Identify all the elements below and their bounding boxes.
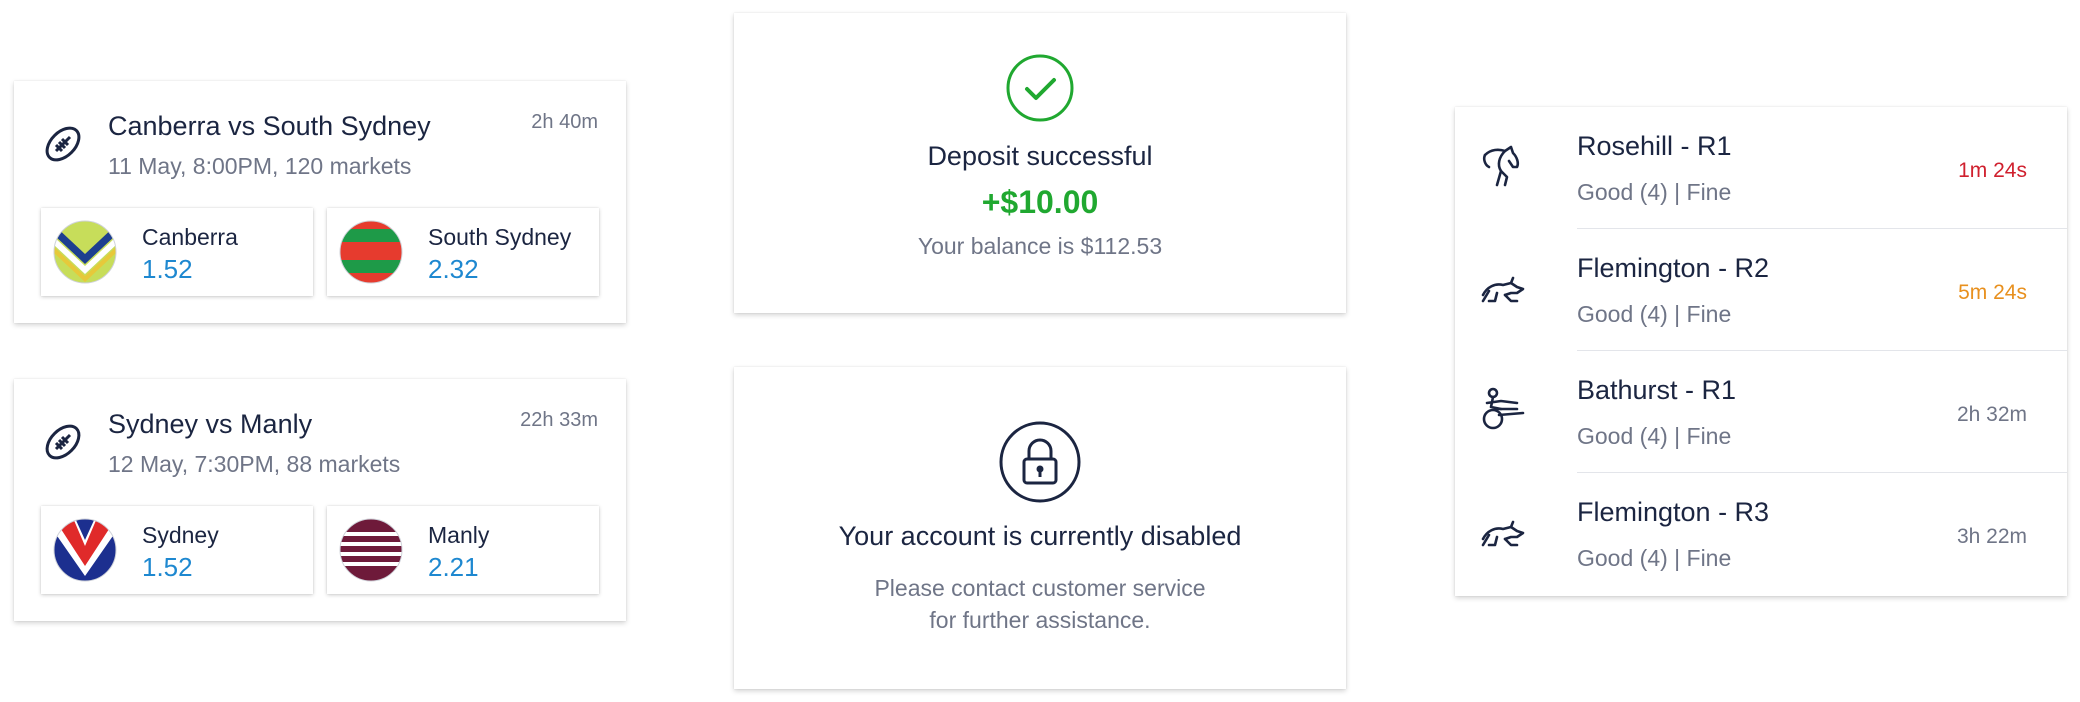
harness-racing-icon — [1482, 387, 1525, 430]
odds-button-manly[interactable]: Manly 2.21 — [327, 506, 599, 594]
match-card-sydney-manly[interactable]: Sydney vs Manly 12 May, 7:30PM, 88 marke… — [14, 379, 626, 621]
canberra-logo — [53, 220, 117, 284]
account-disabled-card: Your account is currently disabled Pleas… — [734, 367, 1346, 689]
deposit-amount: +$10.00 — [981, 184, 1099, 220]
race-item-flemington-r2[interactable]: Flemington - R2 Good (4) | Fine 5m 24s — [1455, 229, 2067, 351]
match-card-canberra-south-sydney[interactable]: Canberra vs South Sydney 11 May, 8:00PM,… — [14, 81, 626, 323]
odds-button-south-sydney[interactable]: South Sydney 2.32 — [327, 208, 599, 296]
race-countdown: 5m 24s — [1958, 281, 2027, 304]
rugby-ball-icon — [45, 126, 81, 162]
disabled-message: Please contact customer service for furt… — [734, 572, 1346, 636]
match-countdown: 22h 33m — [520, 409, 598, 431]
team-odds: 2.21 — [428, 552, 479, 582]
sydney-logo — [53, 518, 117, 582]
greyhound-icon — [1481, 520, 1525, 547]
lock-icon — [999, 421, 1081, 503]
race-name: Rosehill - R1 — [1577, 131, 1732, 161]
odds-button-sydney[interactable]: Sydney 1.52 — [41, 506, 313, 594]
team-name: South Sydney — [428, 224, 572, 250]
match-title: Canberra vs South Sydney — [108, 111, 431, 141]
greyhound-icon — [1481, 276, 1525, 303]
disabled-title: Your account is currently disabled — [838, 521, 1242, 551]
balance-text: Your balance is $112.53 — [917, 233, 1163, 259]
race-name: Flemington - R2 — [1577, 253, 1770, 283]
team-odds: 1.52 — [142, 254, 193, 284]
disabled-message-line-2: for further assistance. — [929, 607, 1151, 633]
race-item-rosehill-r1[interactable]: Rosehill - R1 Good (4) | Fine 1m 24s — [1455, 107, 2067, 229]
check-circle-icon — [1006, 54, 1074, 122]
disabled-message-line-1: Please contact customer service — [874, 575, 1206, 601]
race-condition: Good (4) | Fine — [1577, 545, 1732, 571]
race-condition: Good (4) | Fine — [1577, 301, 1732, 327]
team-name: Canberra — [142, 224, 238, 250]
south-sydney-logo — [339, 220, 403, 284]
match-meta: 11 May, 8:00PM, 120 markets — [108, 153, 412, 179]
race-condition: Good (4) | Fine — [1577, 423, 1732, 449]
race-countdown: 1m 24s — [1958, 159, 2027, 182]
horse-icon — [1482, 145, 1520, 187]
match-countdown: 2h 40m — [531, 111, 598, 133]
team-name: Manly — [428, 522, 490, 548]
team-name: Sydney — [142, 522, 219, 548]
race-countdown: 3h 22m — [1956, 525, 2027, 548]
race-countdown: 2h 32m — [1956, 403, 2027, 426]
race-item-bathurst-r1[interactable]: Bathurst - R1 Good (4) | Fine 2h 32m — [1455, 351, 2067, 473]
team-odds: 1.52 — [142, 552, 193, 582]
odds-button-canberra[interactable]: Canberra 1.52 — [41, 208, 313, 296]
deposit-title: Deposit successful — [927, 141, 1153, 171]
race-condition: Good (4) | Fine — [1577, 179, 1732, 205]
team-odds: 2.32 — [428, 254, 479, 284]
race-item-flemington-r3[interactable]: Flemington - R3 Good (4) | Fine 3h 22m — [1455, 473, 2067, 595]
race-name: Bathurst - R1 — [1577, 375, 1737, 405]
deposit-success-card: Deposit successful +$10.00 Your balance … — [734, 13, 1346, 313]
manly-logo — [339, 518, 403, 582]
races-list: Rosehill - R1 Good (4) | Fine 1m 24s Fle… — [1455, 107, 2067, 596]
race-name: Flemington - R3 — [1577, 497, 1770, 527]
rugby-ball-icon — [45, 424, 81, 460]
match-title: Sydney vs Manly — [108, 409, 313, 439]
match-meta: 12 May, 7:30PM, 88 markets — [108, 451, 401, 477]
